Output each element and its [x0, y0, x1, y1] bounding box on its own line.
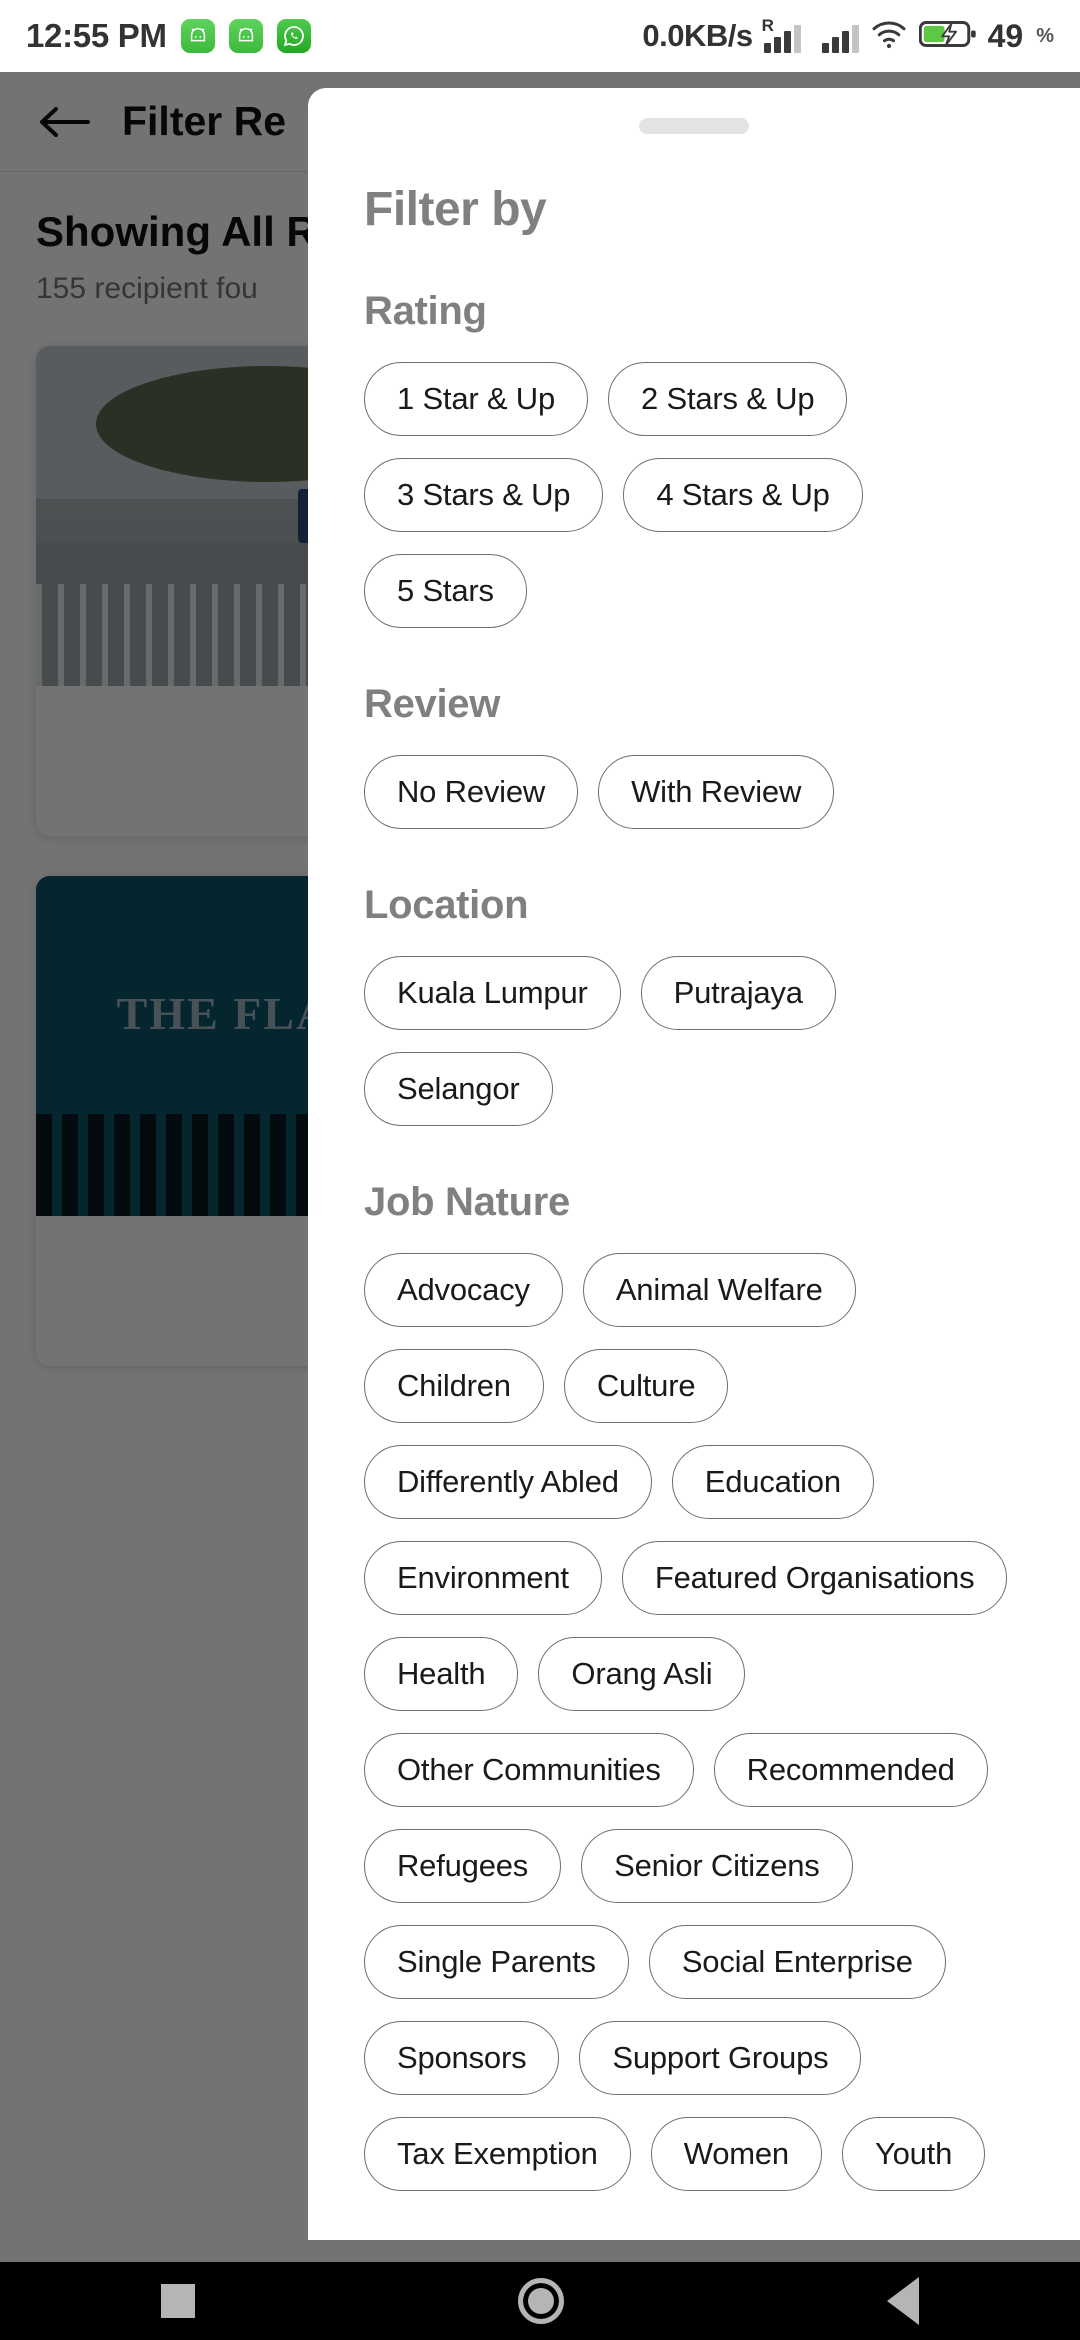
- chip-group-location: Kuala Lumpur Putrajaya Selangor: [364, 956, 1036, 1126]
- battery-charging-icon: [918, 19, 977, 54]
- filter-section-location: Location Kuala Lumpur Putrajaya Selangor: [364, 883, 1036, 1126]
- chip-job-nature[interactable]: Women: [650, 2117, 822, 2191]
- home-circle-icon[interactable]: [517, 2278, 564, 2324]
- chip-job-nature[interactable]: Environment: [364, 1541, 602, 1615]
- section-title-review: Review: [364, 682, 501, 726]
- chip-job-nature[interactable]: Culture: [563, 1349, 729, 1423]
- battery-percent: 49: [987, 17, 1024, 54]
- chip-rating[interactable]: 1 Star & Up: [364, 362, 589, 436]
- chip-job-nature[interactable]: Other Communities: [364, 1733, 694, 1807]
- chip-review[interactable]: With Review: [598, 755, 835, 829]
- chip-group-job-nature: Advocacy Animal Welfare Children Culture…: [364, 1253, 1036, 2191]
- section-title-rating: Rating: [364, 289, 487, 333]
- signal-icon: R: [761, 16, 801, 53]
- section-title-job-nature: Job Nature: [364, 1180, 570, 1224]
- android-app-icon: [180, 19, 215, 53]
- wifi-icon: [870, 19, 908, 54]
- android-app-icon: [228, 19, 263, 53]
- chip-job-nature[interactable]: Single Parents: [364, 1925, 629, 1999]
- filter-section-rating: Rating 1 Star & Up 2 Stars & Up 3 Stars …: [364, 289, 1036, 628]
- signal-icon: [821, 19, 859, 53]
- sheet-title: Filter by: [364, 183, 547, 236]
- phone-screen: 12:55 PM 0.0KB/s R 49 % Filter by Rating…: [0, 0, 1080, 2340]
- chip-review[interactable]: No Review: [364, 755, 579, 829]
- chip-rating[interactable]: 3 Stars & Up: [364, 458, 604, 532]
- status-bar-right: 0.0KB/s R 49 %: [642, 16, 1054, 55]
- section-title-location: Location: [364, 883, 529, 927]
- chip-job-nature[interactable]: Health: [364, 1637, 519, 1711]
- chip-job-nature[interactable]: Refugees: [364, 1829, 562, 1903]
- chip-job-nature[interactable]: Sponsors: [364, 2021, 560, 2095]
- roaming-tag: R: [761, 16, 774, 35]
- recents-square-icon[interactable]: [161, 2284, 196, 2318]
- chip-location[interactable]: Putrajaya: [640, 956, 836, 1030]
- chip-rating[interactable]: 4 Stars & Up: [623, 458, 863, 532]
- chip-job-nature[interactable]: Orang Asli: [538, 1637, 746, 1711]
- chip-location[interactable]: Selangor: [364, 1052, 553, 1126]
- status-bar-left: 12:55 PM: [26, 17, 311, 55]
- back-triangle-icon[interactable]: [886, 2277, 919, 2325]
- sheet-drag-handle[interactable]: [639, 118, 749, 134]
- chip-job-nature[interactable]: Animal Welfare: [582, 1253, 856, 1327]
- chip-group-review: No Review With Review: [364, 755, 1036, 829]
- chip-job-nature[interactable]: Social Enterprise: [648, 1925, 946, 1999]
- chip-job-nature[interactable]: Senior Citizens: [581, 1829, 853, 1903]
- filter-section-review: Review No Review With Review: [364, 682, 1036, 829]
- filter-bottom-sheet: Filter by Rating 1 Star & Up 2 Stars & U…: [308, 88, 1080, 2240]
- system-nav-bar: [0, 2262, 1080, 2340]
- chip-job-nature[interactable]: Youth: [841, 2117, 986, 2191]
- chip-location[interactable]: Kuala Lumpur: [364, 956, 621, 1030]
- whatsapp-icon: [276, 19, 311, 53]
- chip-job-nature[interactable]: Education: [671, 1445, 874, 1519]
- chip-job-nature[interactable]: Featured Organisations: [621, 1541, 1008, 1615]
- chip-group-rating: 1 Star & Up 2 Stars & Up 3 Stars & Up 4 …: [364, 362, 1036, 628]
- chip-job-nature[interactable]: Support Groups: [579, 2021, 862, 2095]
- sheet-content: Filter by Rating 1 Star & Up 2 Stars & U…: [308, 182, 1080, 2191]
- network-speed: 0.0KB/s: [642, 18, 753, 53]
- chip-rating[interactable]: 5 Stars: [364, 554, 527, 628]
- status-bar: 12:55 PM 0.0KB/s R 49 %: [0, 0, 1080, 72]
- filter-section-job-nature: Job Nature Advocacy Animal Welfare Child…: [364, 1180, 1036, 2191]
- percent-symbol: %: [1036, 24, 1054, 47]
- chip-job-nature[interactable]: Advocacy: [364, 1253, 563, 1327]
- chip-job-nature[interactable]: Recommended: [713, 1733, 988, 1807]
- status-time: 12:55 PM: [26, 17, 167, 54]
- chip-job-nature[interactable]: Tax Exemption: [364, 2117, 631, 2191]
- chip-rating[interactable]: 2 Stars & Up: [608, 362, 848, 436]
- chip-job-nature[interactable]: Differently Abled: [364, 1445, 652, 1519]
- chip-job-nature[interactable]: Children: [364, 1349, 544, 1423]
